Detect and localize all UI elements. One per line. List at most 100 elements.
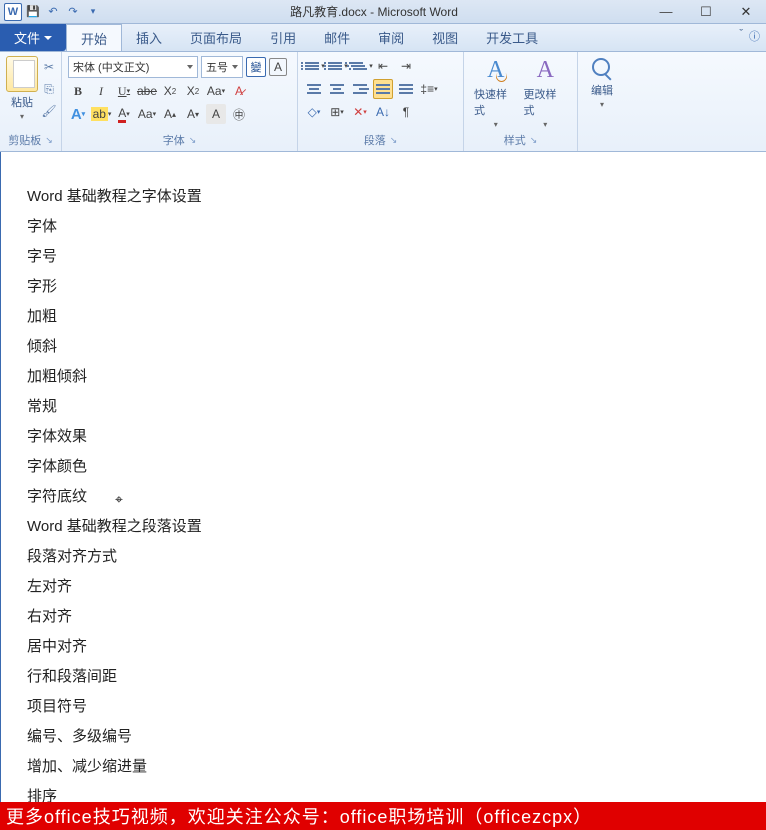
doc-line[interactable]: 左对齐	[27, 572, 740, 602]
tab-4[interactable]: 邮件	[310, 24, 364, 51]
copy-icon[interactable]: ⎘	[40, 80, 58, 98]
char-scale-button[interactable]: Aa▾	[137, 104, 157, 124]
bold-button[interactable]: B	[68, 81, 88, 101]
phonetic-guide-button[interactable]: 變	[246, 57, 266, 77]
undo-icon[interactable]: ↶	[44, 3, 62, 21]
doc-line[interactable]: 字体颜色	[27, 452, 740, 482]
tab-1[interactable]: 插入	[122, 24, 176, 51]
doc-line[interactable]: 倾斜	[27, 332, 740, 362]
text-effects-button[interactable]: A▾	[68, 104, 88, 124]
doc-line[interactable]: 增加、减少缩进量	[27, 752, 740, 782]
edit-button[interactable]: 编辑 ▾	[582, 54, 622, 149]
paste-button[interactable]: 粘贴 ▾	[6, 56, 38, 121]
cut-icon[interactable]: ✂	[40, 58, 58, 76]
enclose-char-button[interactable]: ㊥	[229, 104, 249, 124]
doc-line[interactable]: 段落对齐方式	[27, 542, 740, 572]
borders-button[interactable]: ⊞▾	[327, 102, 347, 122]
doc-line[interactable]: 字形	[27, 272, 740, 302]
decrease-indent-button[interactable]: ⇤	[373, 56, 393, 76]
tab-7[interactable]: 开发工具	[472, 24, 552, 51]
subscript-button[interactable]: X2	[160, 81, 180, 101]
show-marks-button[interactable]: ¶	[396, 102, 416, 122]
document-area[interactable]: Word 基础教程之字体设置字体字号字形加粗倾斜加粗倾斜常规字体效果字体颜色字符…	[0, 152, 766, 802]
align-left-button[interactable]	[304, 79, 324, 99]
format-painter-icon[interactable]: 🖌	[40, 102, 58, 120]
change-styles-button[interactable]: A 更改样式 ▾	[524, 57, 568, 129]
align-right-button[interactable]	[350, 79, 370, 99]
sort-button[interactable]: A↓	[373, 102, 393, 122]
doc-line[interactable]: 项目符号	[27, 692, 740, 722]
char-border-button[interactable]: A	[269, 58, 287, 76]
clear-format-button[interactable]: A̷	[229, 81, 249, 101]
font-label: 字体	[66, 131, 293, 149]
save-icon[interactable]: 💾	[24, 3, 42, 21]
grow-font-button[interactable]: A▴	[160, 104, 180, 124]
char-shading-button[interactable]: A	[206, 104, 226, 124]
doc-line[interactable]: 常规	[27, 392, 740, 422]
font-group: 宋体 (中文正文) 五号 變 A B I U▾ abe X2 X2 Aa▾ A̷…	[62, 52, 298, 151]
help-icon[interactable]: ⓘ	[749, 28, 760, 44]
line-spacing-button[interactable]: ‡≡▾	[419, 79, 439, 99]
shrink-font-button[interactable]: A▾	[183, 104, 203, 124]
paragraph-group: ▾ ▾ ▾ ⇤ ⇥ ‡≡▾ ◇▾ ⊞▾ ✕▾ A↓ ¶ 段落	[298, 52, 464, 151]
bullets-button[interactable]: ▾	[304, 56, 324, 76]
underline-button[interactable]: U▾	[114, 81, 134, 101]
ribbon-min-icon[interactable]: ˇ	[739, 28, 743, 44]
tab-3[interactable]: 引用	[256, 24, 310, 51]
ribbon: 粘贴 ▾ ✂ ⎘ 🖌 剪贴板 宋体 (中文正文) 五号 變 A B I U▾ a	[0, 52, 766, 152]
highlight-button[interactable]: ab▾	[91, 104, 111, 124]
asian-layout-button[interactable]: ✕▾	[350, 102, 370, 122]
redo-icon[interactable]: ↷	[64, 3, 82, 21]
minimize-button[interactable]: —	[646, 1, 686, 23]
change-case-button[interactable]: Aa▾	[206, 81, 226, 101]
quick-access-toolbar: W 💾 ↶ ↷ ▾	[0, 3, 102, 21]
doc-line[interactable]: 字符底纹⌖	[27, 482, 740, 512]
doc-line[interactable]: 字体	[27, 212, 740, 242]
shading-button[interactable]: ◇▾	[304, 102, 324, 122]
doc-line[interactable]: 加粗倾斜	[27, 362, 740, 392]
find-icon	[590, 56, 614, 80]
doc-line[interactable]: 字号	[27, 242, 740, 272]
file-tab[interactable]: 文件	[0, 24, 66, 51]
tab-0[interactable]: 开始	[66, 24, 122, 51]
strikethrough-button[interactable]: abe	[137, 81, 157, 101]
justify-button[interactable]	[373, 79, 393, 99]
italic-button[interactable]: I	[91, 81, 111, 101]
ribbon-tabs: 文件 开始插入页面布局引用邮件审阅视图开发工具 ˇ ⓘ	[0, 24, 766, 52]
distribute-button[interactable]	[396, 79, 416, 99]
tab-6[interactable]: 视图	[418, 24, 472, 51]
increase-indent-button[interactable]: ⇥	[396, 56, 416, 76]
font-size-combo[interactable]: 五号	[201, 56, 243, 78]
font-color-button[interactable]: A▾	[114, 104, 134, 124]
numbering-button[interactable]: ▾	[327, 56, 347, 76]
document-content[interactable]: Word 基础教程之字体设置字体字号字形加粗倾斜加粗倾斜常规字体效果字体颜色字符…	[1, 152, 766, 802]
font-name-combo[interactable]: 宋体 (中文正文)	[68, 56, 198, 78]
title-bar: W 💾 ↶ ↷ ▾ 路凡教育.docx - Microsoft Word — ☐…	[0, 0, 766, 24]
multilevel-button[interactable]: ▾	[350, 56, 370, 76]
doc-line[interactable]: 排序	[27, 782, 740, 802]
paste-icon	[6, 56, 38, 92]
doc-line[interactable]: Word 基础教程之段落设置	[27, 512, 740, 542]
maximize-button[interactable]: ☐	[686, 1, 726, 23]
tab-2[interactable]: 页面布局	[176, 24, 256, 51]
close-button[interactable]: ✕	[726, 1, 766, 23]
doc-line[interactable]: 行和段落间距	[27, 662, 740, 692]
window-controls: — ☐ ✕	[646, 1, 766, 23]
quick-styles-button[interactable]: A 快速样式 ▾	[474, 57, 518, 129]
superscript-button[interactable]: X2	[183, 81, 203, 101]
word-icon: W	[4, 3, 22, 21]
doc-line[interactable]: 右对齐	[27, 602, 740, 632]
window-title: 路凡教育.docx - Microsoft Word	[102, 3, 646, 20]
text-cursor-icon: ⌖	[115, 484, 123, 514]
align-center-button[interactable]	[327, 79, 347, 99]
doc-line[interactable]: 字体效果	[27, 422, 740, 452]
doc-line[interactable]: 加粗	[27, 302, 740, 332]
ribbon-help: ˇ ⓘ	[739, 28, 760, 44]
qat-dropdown-icon[interactable]: ▾	[84, 3, 102, 21]
styles-label: 样式	[468, 131, 573, 149]
doc-line[interactable]: 居中对齐	[27, 632, 740, 662]
tab-5[interactable]: 审阅	[364, 24, 418, 51]
doc-line[interactable]: Word 基础教程之字体设置	[27, 182, 740, 212]
doc-line[interactable]: 编号、多级编号	[27, 722, 740, 752]
styles-group: A 快速样式 ▾ A 更改样式 ▾ 样式	[464, 52, 578, 151]
